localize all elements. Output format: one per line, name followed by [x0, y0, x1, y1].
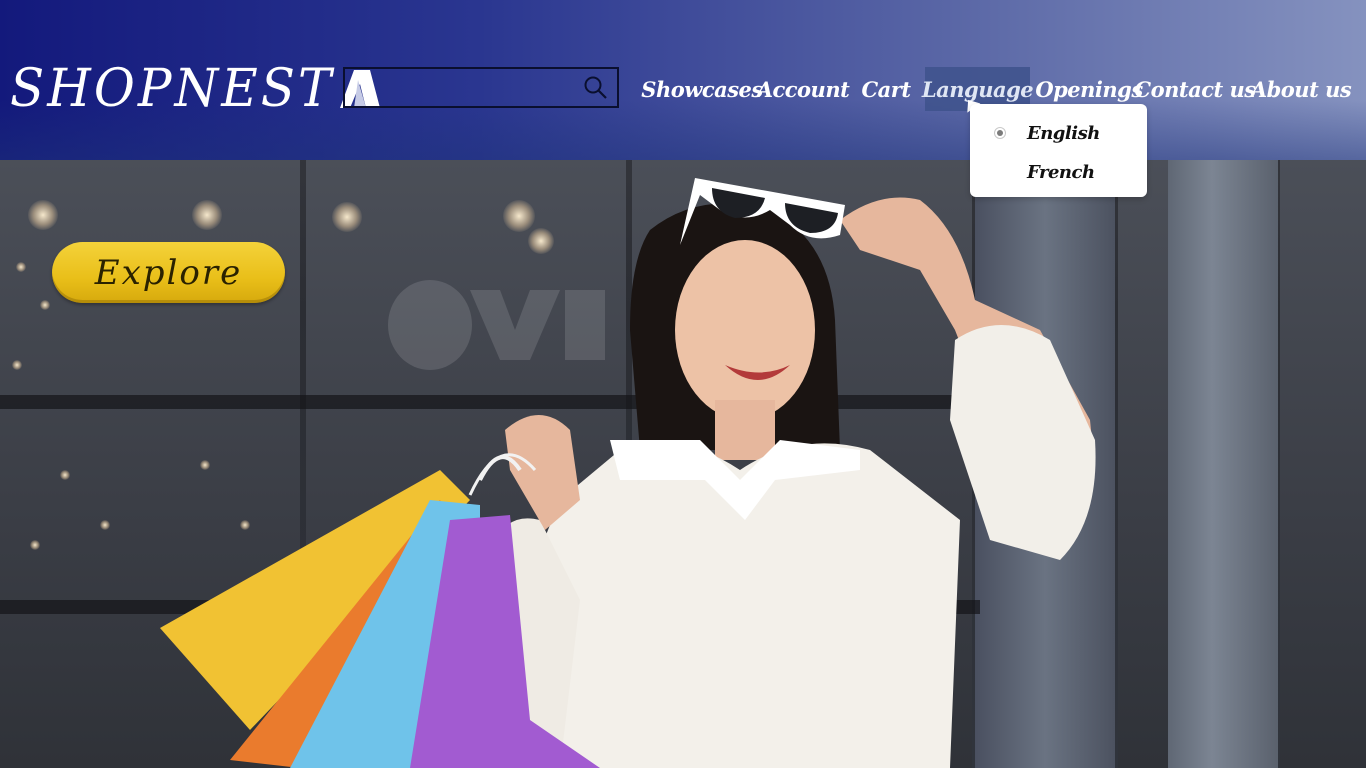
nav-item-showcases[interactable]: Showcases	[641, 67, 763, 111]
nav-item-contact-us[interactable]: Contact us	[1134, 67, 1256, 111]
nav-item-about-us[interactable]: About us	[1251, 67, 1352, 111]
language-option-label: French	[1027, 161, 1095, 183]
language-option-english[interactable]: English	[970, 115, 1147, 151]
language-dropdown: English French	[970, 104, 1147, 197]
main-nav: Showcases Account Cart Language Openings…	[0, 67, 1366, 111]
nav-item-cart[interactable]: Cart	[858, 67, 914, 111]
radio-selected-icon[interactable]	[994, 127, 1006, 139]
explore-button-label: Explore	[94, 252, 243, 293]
nav-item-account[interactable]: Account	[757, 67, 850, 111]
language-option-label: English	[1027, 122, 1100, 144]
site-header: SHOPNEST Showcases Account Cart Language…	[0, 0, 1366, 160]
explore-button[interactable]: Explore	[52, 242, 285, 303]
language-option-french[interactable]: French	[970, 154, 1147, 190]
